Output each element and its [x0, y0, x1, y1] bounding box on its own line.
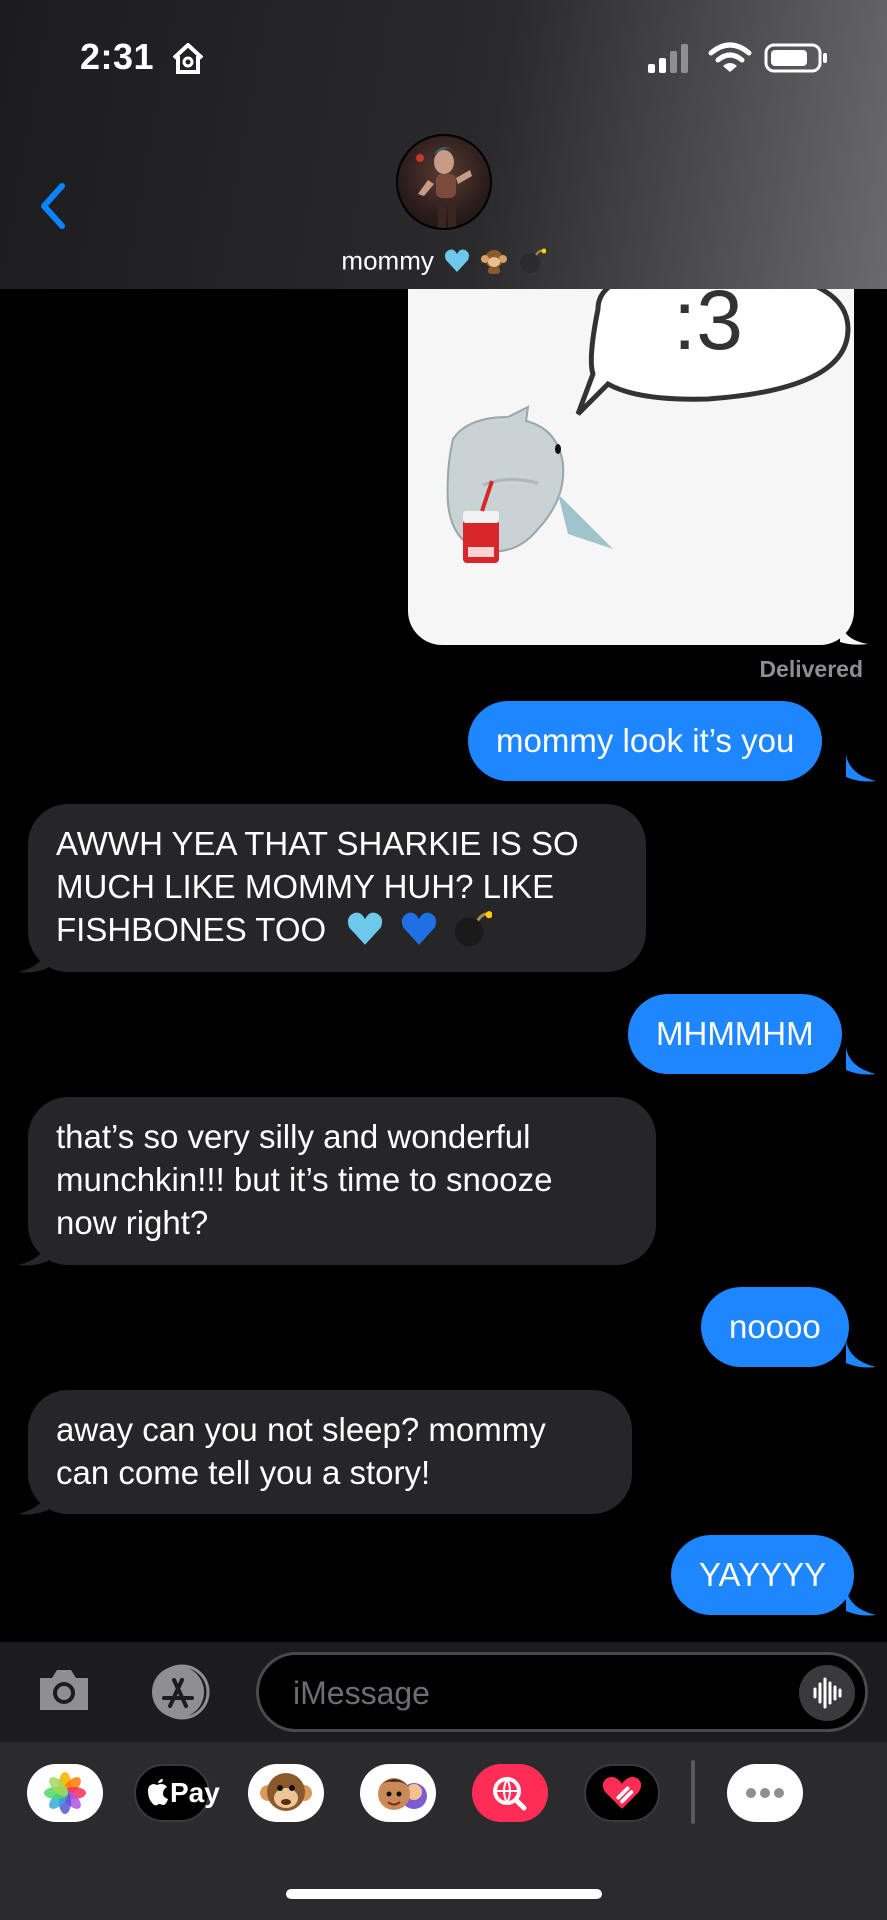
blue-heart-icon [401, 912, 436, 945]
received-message-bubble[interactable]: away can you not sleep? mommy can come t… [28, 1390, 632, 1514]
home-icon [172, 43, 204, 74]
message-line: away can you not sleep? mommy [56, 1411, 546, 1448]
image-search-icon [493, 1777, 527, 1811]
sent-message-bubble[interactable]: noooo [701, 1287, 849, 1367]
light-blue-heart-icon [445, 249, 470, 273]
battery-icon [764, 43, 827, 73]
contact-name-label: mommy [341, 245, 434, 276]
message-line: munchkin!!! but it’s time to snooze [56, 1161, 553, 1198]
sent-bubble-tail [846, 755, 876, 782]
speech-text: :3 [673, 289, 743, 367]
message-text: YAYYYY [699, 1556, 827, 1593]
received-bubble-tail [18, 1488, 48, 1515]
memoji-stickers-button[interactable] [360, 1764, 436, 1822]
message-line: can come tell you a story! [56, 1454, 431, 1491]
audio-message-button[interactable] [799, 1665, 855, 1721]
memoji-stickers-icon [378, 1778, 427, 1810]
home-indicator[interactable] [286, 1889, 602, 1899]
photos-app-button[interactable] [27, 1764, 103, 1822]
bomb-icon [519, 248, 546, 274]
received-bubble-tail [18, 1239, 48, 1266]
imessage-field[interactable] [256, 1652, 868, 1732]
digital-touch-icon [602, 1777, 642, 1809]
animoji-button[interactable] [248, 1764, 324, 1822]
sent-bubble-tail [846, 1589, 876, 1616]
light-blue-heart-icon [348, 912, 383, 945]
message-line: that’s so very silly and wonderful [56, 1118, 531, 1155]
delivery-status: Delivered [759, 656, 863, 682]
photos-icon [44, 1772, 86, 1814]
message-text: mommy look it’s you [496, 722, 795, 759]
more-apps-button[interactable] [727, 1764, 803, 1822]
imessage-input[interactable] [293, 1671, 793, 1715]
message-text: MHMMHM [656, 1015, 814, 1052]
drawer-divider [691, 1760, 695, 1824]
apple-pay-button[interactable]: Pay [134, 1764, 220, 1822]
sent-bubble-tail [846, 1341, 876, 1368]
apple-pay-label: Pay [170, 1777, 220, 1808]
camera-icon[interactable] [36, 1664, 92, 1716]
sent-bubble-tail [846, 1048, 876, 1075]
more-icon [746, 1788, 784, 1798]
photo-bubble-tail [840, 622, 868, 645]
status-time: 2:31 [80, 36, 155, 77]
monkey-icon [481, 250, 508, 275]
sent-message-bubble[interactable]: MHMMHM [628, 994, 842, 1074]
received-bubble-tail [18, 946, 48, 973]
audio-waveform-icon [813, 1677, 842, 1709]
signal-icon [648, 44, 688, 73]
image-search-button[interactable] [472, 1764, 548, 1822]
back-button[interactable] [30, 176, 80, 236]
bomb-icon [454, 911, 493, 947]
message-line: AWWH YEA THAT SHARKIE IS SO [56, 825, 579, 862]
app-store-icon[interactable] [144, 1664, 216, 1720]
memoji-monkey-icon [260, 1773, 312, 1811]
received-message-bubble[interactable]: that’s so very silly and wonderful munch… [28, 1097, 656, 1265]
avatar-photo [416, 147, 472, 228]
sent-message-bubble[interactable]: YAYYYY [671, 1535, 855, 1615]
shark-photo-message[interactable]: :3 [408, 289, 854, 645]
message-line: FISHBONES TOO [56, 911, 327, 948]
message-text: noooo [729, 1308, 821, 1345]
sent-message-bubble[interactable]: mommy look it’s you [468, 701, 823, 781]
contact-avatar[interactable] [396, 134, 492, 230]
apple-pay-icon [148, 1779, 168, 1806]
received-message-bubble[interactable]: AWWH YEA THAT SHARKIE IS SO MUCH LIKE MO… [28, 804, 646, 972]
wifi-icon [708, 42, 752, 72]
digital-touch-button[interactable] [584, 1764, 660, 1822]
message-line: now right? [56, 1204, 209, 1241]
shark-sticker-image: :3 [446, 289, 851, 563]
message-line: MUCH LIKE MOMMY HUH? LIKE [56, 868, 555, 905]
contact-name[interactable]: mommy [0, 244, 887, 277]
